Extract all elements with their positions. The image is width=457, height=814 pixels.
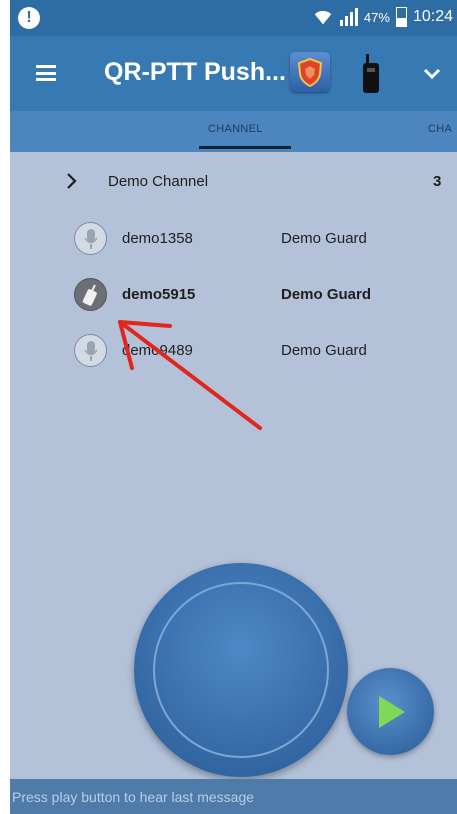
footer-bar: Press play button to hear last message bbox=[10, 779, 457, 814]
channel-group-row[interactable]: Demo Channel 3 bbox=[10, 165, 457, 201]
microphone-icon bbox=[74, 334, 107, 367]
microphone-icon bbox=[74, 222, 107, 255]
app-screen: ! 47% 10:24 QR-PTT Push... CHANNEL CHA D… bbox=[10, 0, 457, 814]
member-role: Demo Guard bbox=[281, 342, 367, 359]
wifi-icon bbox=[314, 10, 332, 25]
battery-icon bbox=[395, 7, 407, 27]
tab-channel[interactable]: CHANNEL bbox=[208, 123, 263, 135]
play-icon bbox=[378, 695, 405, 728]
member-name: demo1358 bbox=[122, 230, 193, 247]
chevron-down-icon[interactable] bbox=[420, 61, 444, 85]
tab-bar: CHANNEL CHA bbox=[10, 111, 457, 152]
chevron-right-icon[interactable] bbox=[65, 171, 79, 191]
status-right: 47% 10:24 bbox=[312, 6, 453, 28]
member-role: Demo Guard bbox=[281, 230, 367, 247]
battery-percent: 47% bbox=[363, 9, 390, 25]
push-to-talk-ring bbox=[153, 582, 329, 758]
status-bar: ! 47% 10:24 bbox=[10, 0, 457, 36]
channel-name: Demo Channel bbox=[108, 173, 209, 190]
member-row[interactable]: demo1358 Demo Guard bbox=[10, 222, 457, 262]
menu-icon[interactable] bbox=[36, 65, 56, 81]
clock: 10:24 bbox=[412, 8, 453, 25]
radio-icon[interactable] bbox=[360, 54, 382, 94]
member-name: demo5915 bbox=[122, 286, 196, 303]
walkie-talkie-icon bbox=[74, 278, 107, 311]
footer-message: Press play button to hear last message bbox=[12, 789, 255, 805]
member-row[interactable]: demo9489 Demo Guard bbox=[10, 334, 457, 374]
member-row-highlighted[interactable]: demo5915 Demo Guard bbox=[10, 278, 457, 318]
app-title: QR-PTT Push... bbox=[104, 58, 286, 86]
app-bar: QR-PTT Push... bbox=[10, 36, 457, 111]
tab-cha[interactable]: CHA bbox=[428, 123, 452, 135]
tab-selected-indicator bbox=[199, 146, 291, 149]
signal-icon bbox=[339, 8, 358, 26]
member-role: Demo Guard bbox=[281, 286, 372, 303]
push-to-talk-button[interactable] bbox=[134, 563, 348, 777]
shield-app-icon[interactable] bbox=[290, 52, 330, 92]
channel-member-count: 3 bbox=[433, 173, 442, 190]
play-button[interactable] bbox=[347, 668, 434, 755]
alert-icon: ! bbox=[18, 7, 40, 29]
member-name: demo9489 bbox=[122, 342, 193, 359]
